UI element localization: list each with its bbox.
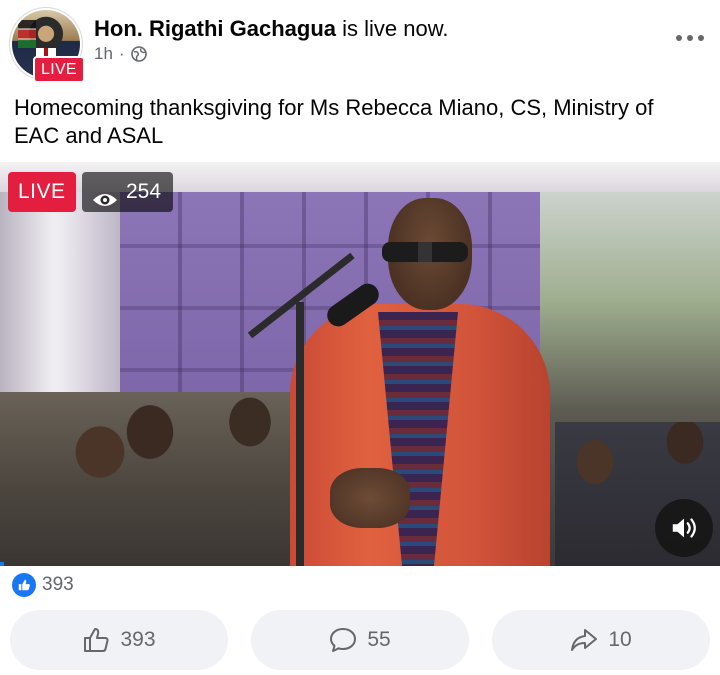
meta-separator: · <box>118 44 125 63</box>
speaker-hands <box>330 468 410 528</box>
post-caption: Homecoming thanksgiving for Ms Rebecca M… <box>14 95 654 148</box>
globe-icon <box>130 46 147 62</box>
like-count: 393 <box>120 628 156 651</box>
author-name[interactable]: Hon. Rigathi Gachagua <box>94 16 336 41</box>
mic-stand <box>296 302 304 566</box>
post-time[interactable]: 1h <box>94 44 113 64</box>
viewer-count: 254 <box>126 180 162 203</box>
flag-graphic <box>18 20 36 48</box>
reaction-summary[interactable]: 393 <box>12 573 74 597</box>
post-title-line: Hon. Rigathi Gachagua is live now. <box>94 16 449 42</box>
like-reaction-icon <box>12 573 36 597</box>
share-button[interactable]: 10 <box>492 610 710 670</box>
avatar-live-badge: LIVE <box>33 56 85 83</box>
live-video[interactable]: LIVE 254 <box>0 162 720 566</box>
post-meta: 1h · <box>94 44 147 64</box>
comment-icon <box>330 628 357 652</box>
speaker-glasses <box>382 242 468 262</box>
crowd-left <box>0 392 330 566</box>
volume-icon <box>672 518 696 538</box>
eye-icon <box>92 183 118 206</box>
more-options-icon[interactable] <box>676 26 704 50</box>
volume-button[interactable] <box>655 499 713 557</box>
thumbs-up-icon <box>84 628 109 652</box>
reaction-count: 393 <box>42 574 74 595</box>
viewer-count-badge: 254 <box>82 172 174 212</box>
share-count: 10 <box>608 628 632 651</box>
comment-button[interactable]: 55 <box>251 610 469 670</box>
live-status-text: is live now. <box>342 16 449 41</box>
live-badge: LIVE <box>8 172 76 212</box>
post-header: LIVE Hon. Rigathi Gachagua is live now. … <box>0 0 720 88</box>
like-button[interactable]: 393 <box>10 610 228 670</box>
video-progress <box>0 562 4 566</box>
share-icon <box>571 629 598 651</box>
comment-count: 55 <box>367 628 391 651</box>
action-bar: 393 55 10 <box>10 610 710 670</box>
